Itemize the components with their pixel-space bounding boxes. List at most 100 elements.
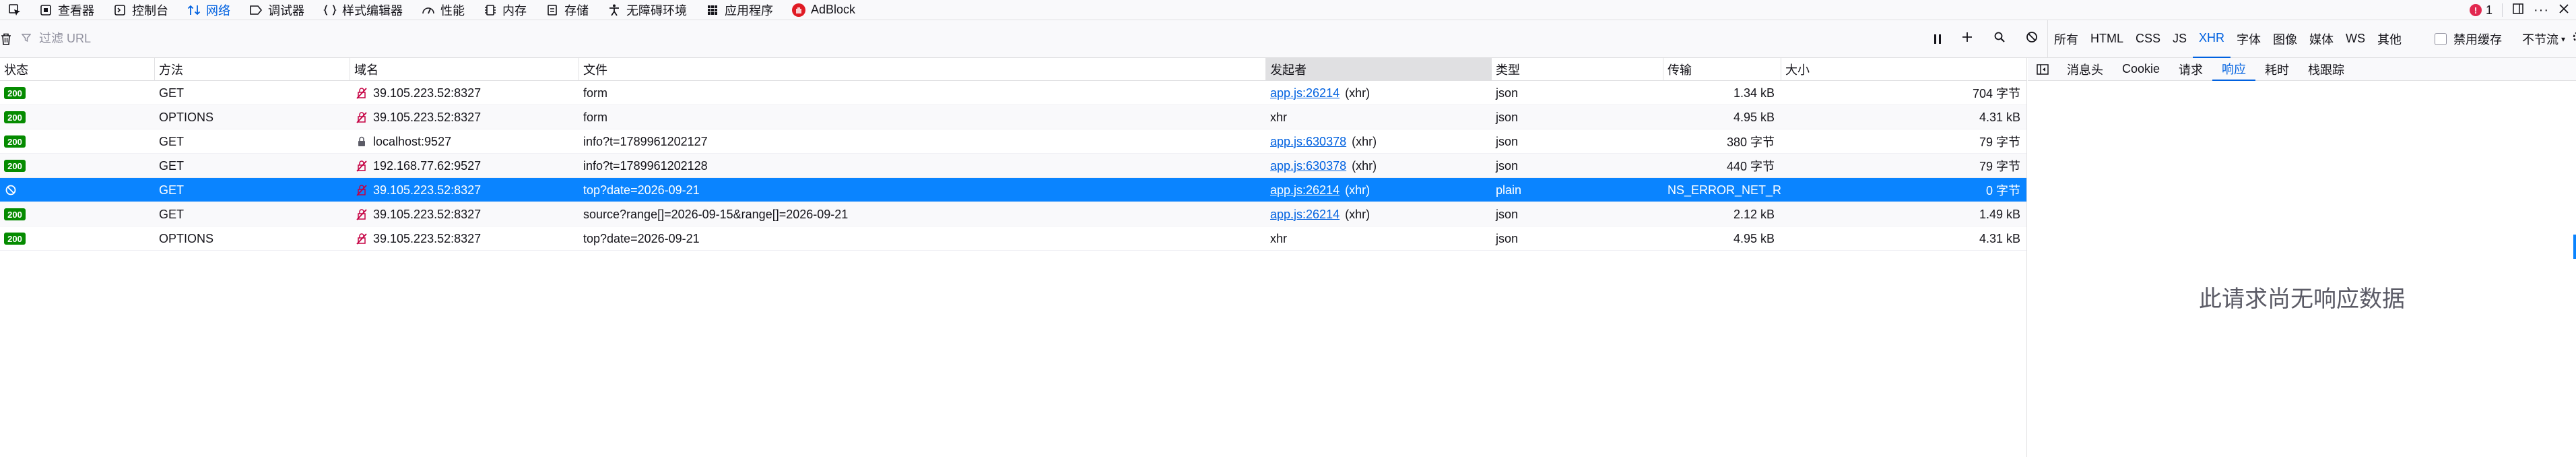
request-row[interactable]: 200 OPTIONS 39.105.223.52:8327 form xhr json 4…: [0, 105, 2026, 129]
tab-inspector[interactable]: 查看器: [30, 0, 104, 20]
column-header-status[interactable]: 状态: [0, 58, 155, 81]
separator: [2502, 3, 2503, 17]
filter-button[interactable]: JS: [2167, 20, 2193, 58]
transferred-cell: 4.95 kB: [1663, 105, 1781, 129]
transferred-cell: 440 字节: [1663, 154, 1781, 178]
initiator-link[interactable]: app.js:26214: [1270, 86, 1340, 100]
tab-label: 查看器: [58, 3, 94, 18]
lock-icon: [354, 134, 369, 149]
request-row[interactable]: 200 GET 39.105.223.52:8327 source?range[]=2…: [0, 202, 2026, 226]
details-tab[interactable]: 耗时: [2255, 58, 2299, 81]
filter-url-box: [12, 20, 1925, 58]
tab-performance[interactable]: 性能: [412, 0, 474, 20]
initiator-cell: app.js:26214 (xhr): [1266, 202, 1492, 226]
initiator-cell: app.js:630378 (xhr): [1266, 129, 1492, 154]
error-count-badge[interactable]: ! 1: [2470, 3, 2492, 18]
error-count: 1: [2486, 3, 2493, 17]
search-icon[interactable]: [1993, 31, 2006, 47]
close-icon[interactable]: [2558, 3, 2569, 18]
filter-button[interactable]: CSS: [2129, 20, 2167, 58]
block-requests-icon[interactable]: [2026, 31, 2038, 47]
initiator-link[interactable]: app.js:630378: [1270, 135, 1346, 149]
more-options-icon[interactable]: ···: [2534, 3, 2549, 18]
disable-cache-checkbox[interactable]: [2435, 32, 2447, 45]
settings-gear-icon[interactable]: [2572, 30, 2576, 47]
size-cell: 4.31 kB: [1781, 226, 2027, 251]
filter-url-input[interactable]: [38, 31, 1721, 47]
request-row[interactable]: 200 OPTIONS 39.105.223.52:8327 top?date=202…: [0, 226, 2026, 251]
console-icon: [113, 3, 127, 17]
initiator-link[interactable]: app.js:26214: [1270, 208, 1340, 222]
column-header-initiator[interactable]: 发起者: [1266, 58, 1492, 81]
no-response-message: 此请求尚无响应数据: [2199, 286, 2405, 312]
panel-splitter-handle[interactable]: [2573, 235, 2576, 259]
filter-button[interactable]: 字体: [2231, 20, 2267, 58]
details-tab[interactable]: Cookie: [2113, 58, 2169, 81]
domain-cell: localhost:9527: [350, 129, 579, 154]
method-cell: GET: [155, 202, 350, 226]
details-tab[interactable]: 消息头: [2057, 58, 2113, 81]
toggle-panel-icon[interactable]: [2028, 58, 2057, 81]
filter-button[interactable]: HTML: [2084, 20, 2129, 58]
details-tab[interactable]: 栈跟踪: [2299, 58, 2354, 81]
request-list: 状态 方法 域名 文件 发起者 类型 传输 大小 200 GET 39.105.223.52:83…: [0, 58, 2027, 457]
request-row[interactable]: 200 GET localhost:9527 info?t=1789961202127…: [0, 129, 2026, 154]
tab-accessibility[interactable]: 无障碍环境: [598, 0, 696, 20]
column-header-transferred[interactable]: 传输: [1663, 58, 1781, 81]
filter-button[interactable]: WS: [2340, 20, 2371, 58]
type-text: plain: [1496, 183, 1522, 197]
details-tab[interactable]: 请求: [2169, 58, 2212, 81]
request-row[interactable]: GET 39.105.223.52:8327 top?date=2026-09-21…: [0, 178, 2026, 202]
column-header-domain[interactable]: 域名: [350, 58, 579, 81]
status-badge: 200: [4, 160, 26, 172]
tab-console[interactable]: 控制台: [104, 0, 178, 20]
insecure-icon: [354, 158, 369, 173]
transferred-cell: NS_ERROR_NET_R...: [1663, 178, 1781, 202]
transferred-text: 2.12 kB: [1733, 207, 1775, 221]
type-cell: json: [1492, 154, 1663, 178]
column-header-method[interactable]: 方法: [155, 58, 350, 81]
column-header-size[interactable]: 大小: [1781, 58, 2027, 81]
domain-text: 39.105.223.52:8327: [373, 231, 482, 245]
tab-adblock[interactable]: AdBlock: [783, 0, 865, 20]
initiator-link[interactable]: app.js:630378: [1270, 159, 1346, 173]
request-row[interactable]: 200 GET 39.105.223.52:8327 form app.js:26214…: [0, 81, 2026, 105]
file-cell: info?t=1789961202128: [579, 154, 1266, 178]
accessibility-icon: [607, 3, 621, 17]
column-header-type[interactable]: 类型: [1492, 58, 1663, 81]
element-picker-icon[interactable]: [0, 0, 30, 20]
file-text: form: [583, 86, 607, 100]
filter-button[interactable]: 图像: [2267, 20, 2303, 58]
filter-button[interactable]: XHR: [2193, 20, 2231, 58]
column-header-file[interactable]: 文件: [579, 58, 1266, 81]
method-text: OPTIONS: [159, 231, 214, 245]
disable-cache-label: 禁用缓存: [2453, 32, 2503, 47]
tab-network[interactable]: 网络: [178, 0, 240, 20]
request-row[interactable]: 200 GET 192.168.77.62:9527 info?t=178996120…: [0, 154, 2026, 178]
initiator-type: (xhr): [1352, 158, 1377, 173]
initiator-link[interactable]: app.js:26214: [1270, 183, 1340, 197]
filter-button[interactable]: 所有: [2048, 20, 2084, 58]
tab-application[interactable]: 应用程序: [696, 0, 783, 20]
add-icon[interactable]: [1961, 31, 1973, 47]
domain-cell: 39.105.223.52:8327: [350, 178, 579, 202]
size-cell: 79 字节: [1781, 129, 2027, 154]
tab-style-editor[interactable]: 样式编辑器: [314, 0, 412, 20]
domain-text: localhost:9527: [373, 134, 452, 148]
tab-label: 内存: [502, 3, 527, 18]
adblock-icon: [792, 3, 805, 17]
filter-button[interactable]: 媒体: [2303, 20, 2340, 58]
transferred-cell: 380 字节: [1663, 129, 1781, 154]
tab-debugger[interactable]: 调试器: [240, 0, 314, 20]
method-text: OPTIONS: [159, 110, 214, 124]
tab-memory[interactable]: 内存: [474, 0, 536, 20]
tab-storage[interactable]: 存储: [536, 0, 598, 20]
details-tab[interactable]: 响应: [2212, 58, 2256, 81]
dock-icon[interactable]: [2512, 3, 2524, 18]
pause-icon[interactable]: [1934, 34, 1941, 44]
throttle-select[interactable]: 不节流 ▾: [2522, 30, 2565, 48]
tab-label: 样式编辑器: [342, 3, 403, 18]
filter-button[interactable]: 其他: [2371, 20, 2408, 58]
initiator-type: (xhr): [1345, 86, 1370, 100]
clear-requests-icon[interactable]: [0, 20, 12, 58]
